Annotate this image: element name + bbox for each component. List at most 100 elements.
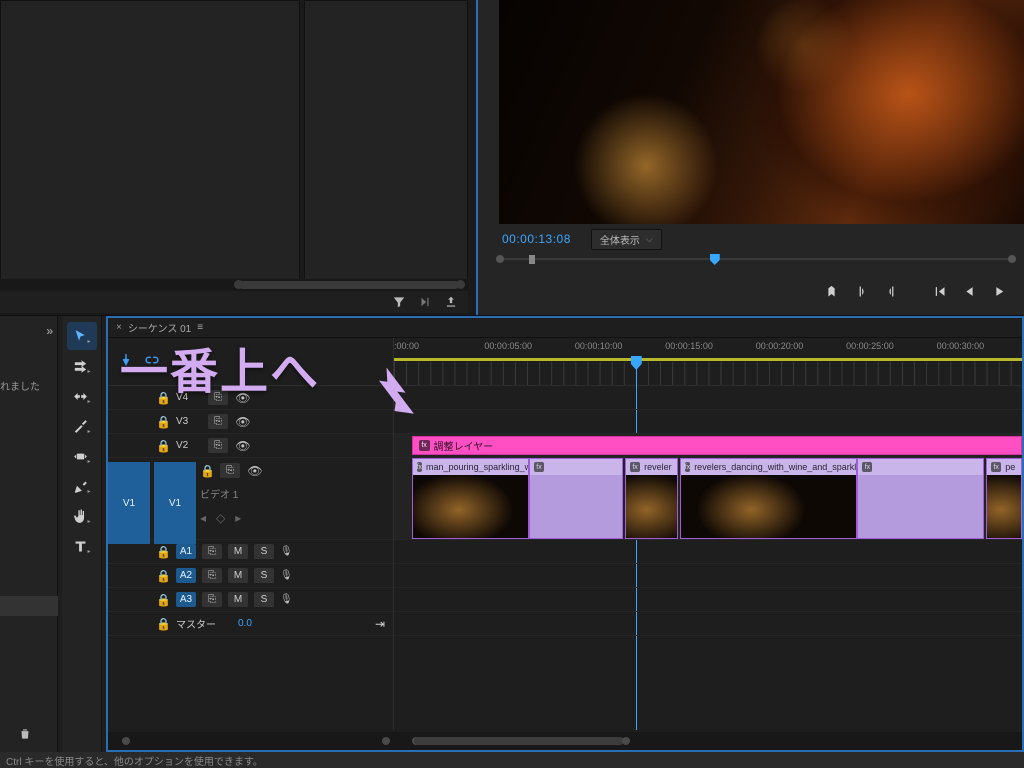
monitor-canvas[interactable] (499, 0, 1024, 224)
video-clip[interactable]: fxman_pouring_sparkling_wine_at_a_pa (412, 458, 529, 539)
track-target-a1[interactable]: A1 (176, 544, 196, 559)
work-area-bar[interactable] (394, 358, 1022, 361)
timeline-tracks-area[interactable]: :00:0000:00:05:0000:00:10:0000:00:15:000… (394, 338, 1022, 730)
track-target-a2[interactable]: A2 (176, 568, 196, 583)
collapse-icon[interactable]: » (46, 324, 53, 338)
lock-icon[interactable]: 🔒 (156, 617, 170, 631)
hscroll-cap-right[interactable] (622, 737, 630, 745)
lane-a2[interactable] (394, 564, 1022, 588)
add-keyframe-icon[interactable]: ◇ (216, 511, 225, 525)
play-button[interactable] (986, 280, 1012, 302)
track-header-v3[interactable]: 🔒 V3 ⎘ 👁 (108, 410, 393, 434)
lock-icon[interactable]: 🔒 (156, 391, 170, 405)
pen-tool[interactable]: ▸ (67, 472, 97, 500)
track-header-v4[interactable]: 🔒 V4 ⎘ 👁 (108, 386, 393, 410)
sync-lock-icon[interactable]: ⎘ (208, 414, 228, 429)
next-keyframe-icon[interactable]: ▸ (235, 511, 241, 525)
scrub-playhead[interactable] (710, 254, 720, 265)
tab-menu-icon[interactable]: ≡ (197, 322, 204, 333)
lock-icon[interactable]: 🔒 (200, 464, 214, 478)
zoom-cap-right[interactable] (382, 737, 390, 745)
fx-badge-icon[interactable]: fx (630, 462, 640, 472)
monitor-scrub-track[interactable] (498, 252, 1014, 266)
scrub-cap-left[interactable] (496, 255, 504, 263)
scroll-cap-right[interactable] (456, 280, 465, 289)
track-header-a2[interactable]: 🔒 A2 ⎘ M S 🎙 (108, 564, 393, 588)
sequence-tab[interactable]: シーケンス 01 (128, 320, 191, 335)
track-header-v2[interactable]: 🔒 V2 ⎘ 👁 (108, 434, 393, 458)
step-back-button[interactable] (956, 280, 982, 302)
zoom-dropdown[interactable]: 全体表示 ⌵ (591, 229, 662, 250)
sync-lock-icon[interactable]: ⎘ (208, 390, 228, 405)
video-clip[interactable]: fx (857, 458, 984, 539)
linked-selection-icon[interactable] (144, 352, 160, 371)
scroll-thumb[interactable] (239, 281, 459, 289)
type-tool[interactable]: ▸ (67, 532, 97, 560)
sync-lock-icon[interactable]: ⎘ (220, 463, 240, 478)
lock-icon[interactable]: 🔒 (156, 439, 170, 453)
scrub-in-mark[interactable] (529, 255, 535, 264)
fx-badge-icon[interactable]: fx (991, 462, 1001, 472)
fx-badge-icon[interactable]: fx (419, 440, 430, 451)
solo-button[interactable]: S (254, 592, 274, 607)
source-scrollbar[interactable] (0, 279, 468, 291)
track-header-v1[interactable]: V1 V1 🔒 ⎘ 👁 ビデオ 1 (108, 458, 393, 540)
sync-lock-icon[interactable]: ⎘ (202, 544, 222, 559)
hscroll-thumb[interactable] (414, 737, 624, 745)
video-clip[interactable]: fxreveler (625, 458, 678, 539)
lane-v4[interactable] (394, 386, 1022, 410)
lock-icon[interactable]: 🔒 (156, 415, 170, 429)
go-to-out-icon[interactable]: ⇥ (375, 617, 385, 631)
add-marker-button[interactable] (818, 280, 844, 302)
lane-a3[interactable] (394, 588, 1022, 612)
lane-v3[interactable] (394, 410, 1022, 434)
sync-lock-icon[interactable]: ⎘ (202, 592, 222, 607)
program-timecode[interactable]: 00:00:13:08 (502, 232, 571, 246)
sync-lock-icon[interactable]: ⎘ (202, 568, 222, 583)
fx-badge-icon[interactable]: fx (534, 462, 544, 472)
video-clip[interactable]: fx (529, 458, 623, 539)
video-clip[interactable]: fxpe (986, 458, 1022, 539)
lock-icon[interactable]: 🔒 (156, 569, 170, 583)
solo-button[interactable]: S (254, 568, 274, 583)
voiceover-icon[interactable]: 🎙 (280, 594, 293, 605)
master-value[interactable]: 0.0 (238, 618, 252, 629)
voiceover-icon[interactable]: 🎙 (280, 546, 293, 557)
fx-badge-icon[interactable]: fx (417, 462, 422, 472)
eye-icon[interactable]: 👁 (234, 439, 252, 453)
lane-v2[interactable]: fx 調整レイヤー (394, 434, 1022, 458)
selection-tool[interactable]: ▸ (67, 322, 97, 350)
mute-button[interactable]: M (228, 544, 248, 559)
lock-icon[interactable]: 🔒 (156, 593, 170, 607)
ripple-edit-tool[interactable]: ▸ (67, 382, 97, 410)
lane-v1[interactable]: fxman_pouring_sparkling_wine_at_a_pafxfx… (394, 458, 1022, 540)
track-header-a3[interactable]: 🔒 A3 ⎘ M S 🎙 (108, 588, 393, 612)
hand-tool[interactable]: ▸ (67, 502, 97, 530)
sync-lock-icon[interactable]: ⎘ (208, 438, 228, 453)
export-icon[interactable] (444, 295, 458, 309)
adjustment-layer-clip[interactable]: fx 調整レイヤー (412, 436, 1022, 455)
track-target-a3[interactable]: A3 (176, 592, 196, 607)
slip-tool[interactable]: ▸ (67, 442, 97, 470)
voiceover-icon[interactable]: 🎙 (280, 570, 293, 581)
prev-keyframe-icon[interactable]: ◂ (200, 511, 206, 525)
lock-icon[interactable]: 🔒 (156, 545, 170, 559)
time-ruler[interactable]: :00:0000:00:05:0000:00:10:0000:00:15:000… (394, 338, 1022, 386)
fx-badge-icon[interactable]: fx (862, 462, 872, 472)
tab-close-icon[interactable]: × (116, 322, 122, 333)
video-clip[interactable]: fxrevelers_dancing_with_wine_and_sparkle… (680, 458, 858, 539)
funnel-icon[interactable] (392, 295, 406, 309)
trash-icon[interactable] (18, 727, 32, 744)
track-target-v1[interactable]: V1 (154, 462, 196, 544)
mute-button[interactable]: M (228, 568, 248, 583)
zoom-cap-left[interactable] (122, 737, 130, 745)
eye-icon[interactable]: 👁 (234, 391, 252, 405)
lane-master[interactable] (394, 612, 1022, 636)
mark-out-button[interactable] (878, 280, 904, 302)
eye-icon[interactable]: 👁 (246, 464, 264, 478)
go-to-in-button[interactable] (926, 280, 952, 302)
skip-icon[interactable] (418, 295, 432, 309)
timeline-scrollbar[interactable] (108, 732, 1022, 750)
track-select-tool[interactable]: ▸ (67, 352, 97, 380)
selected-item-row[interactable] (0, 596, 58, 616)
